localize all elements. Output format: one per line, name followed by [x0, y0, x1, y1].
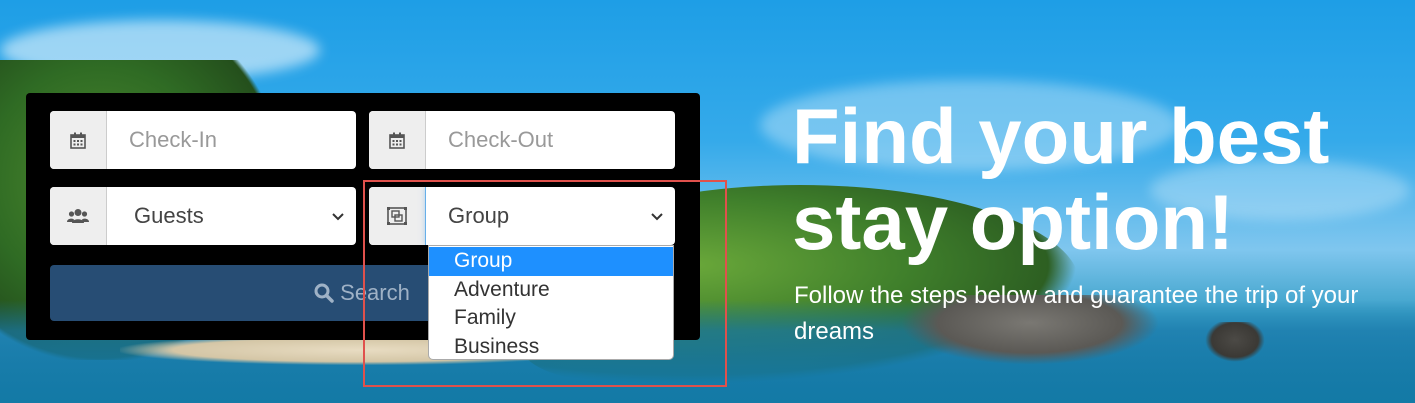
- search-icon: [314, 283, 334, 303]
- hero-title: Find your best stay option!: [792, 92, 1330, 266]
- checkout-field-group: Check-Out: [369, 111, 675, 169]
- checkin-field-group: Check-In: [50, 111, 356, 169]
- dropdown-option-group[interactable]: Group: [429, 247, 673, 276]
- guests-select-value: Guests: [134, 203, 204, 228]
- guests-field-group: Guests: [50, 187, 356, 245]
- group-field-group: Group: [369, 187, 675, 245]
- chevron-down-icon: [651, 208, 663, 225]
- group-dropdown-list: Group Adventure Family Business: [428, 245, 674, 360]
- search-button-label: Search: [340, 280, 410, 305]
- dropdown-option-business[interactable]: Business: [429, 333, 673, 362]
- calendar-icon: [369, 111, 426, 169]
- guests-select[interactable]: Guests: [107, 187, 356, 245]
- checkin-input[interactable]: Check-In: [107, 111, 356, 169]
- users-icon: [50, 187, 107, 245]
- group-select[interactable]: Group: [425, 187, 675, 245]
- checkout-input[interactable]: Check-Out: [426, 111, 675, 169]
- dropdown-option-family[interactable]: Family: [429, 304, 673, 333]
- group-select-value: Group: [448, 203, 510, 228]
- dropdown-option-adventure[interactable]: Adventure: [429, 276, 673, 305]
- chevron-down-icon: [332, 208, 344, 225]
- calendar-icon: [50, 111, 107, 169]
- object-group-icon: [369, 187, 426, 245]
- hero-subtitle: Follow the steps below and guarantee the…: [794, 282, 1359, 345]
